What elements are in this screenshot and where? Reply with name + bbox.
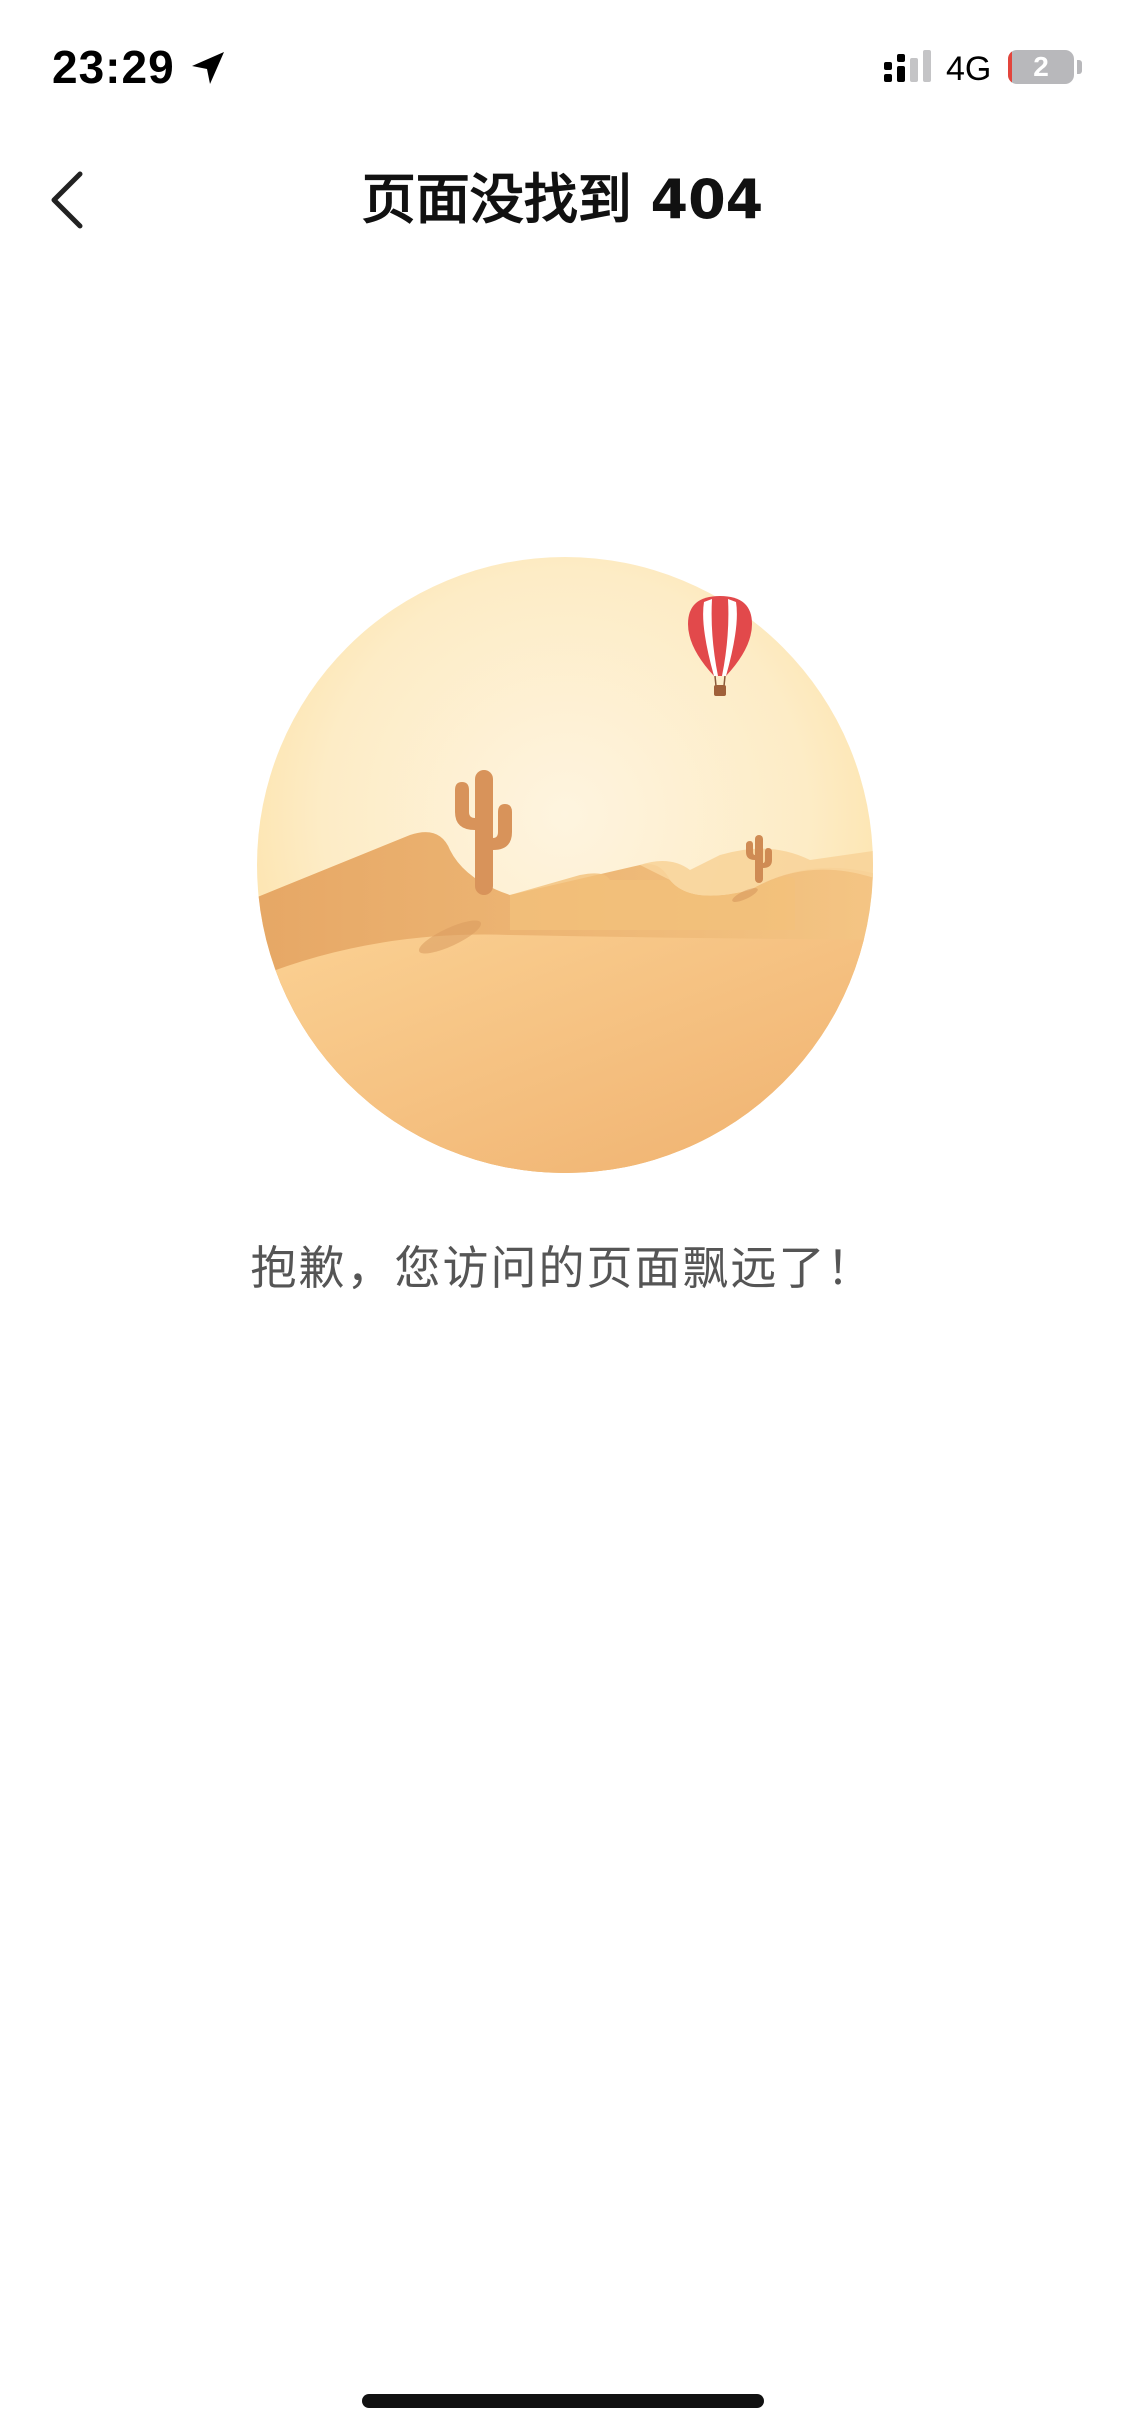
nav-bar: 页面没找到 404	[0, 140, 1125, 260]
status-bar: 23:29 4G 2	[0, 0, 1125, 140]
network-type: 4G	[946, 50, 992, 88]
page-title: 页面没找到 404	[361, 168, 764, 231]
error-message: 抱歉，您访问的页面飘远了！	[250, 1241, 875, 1295]
battery-cap	[1077, 60, 1082, 74]
status-time: 23:29	[52, 41, 175, 93]
battery-icon: 2	[1008, 50, 1074, 84]
battery-percent: 2	[1033, 51, 1049, 82]
location-arrow-icon	[192, 52, 224, 84]
desert-balloon-illustration	[257, 557, 873, 1173]
signal-icon	[884, 50, 931, 82]
chevron-left-icon	[51, 171, 83, 229]
screen: 23:29 4G 2 页面没找到 404 抱歉，您访问的页面飘远了！	[0, 0, 1125, 2436]
home-indicator[interactable]	[362, 2394, 764, 2408]
back-button[interactable]	[30, 160, 110, 240]
